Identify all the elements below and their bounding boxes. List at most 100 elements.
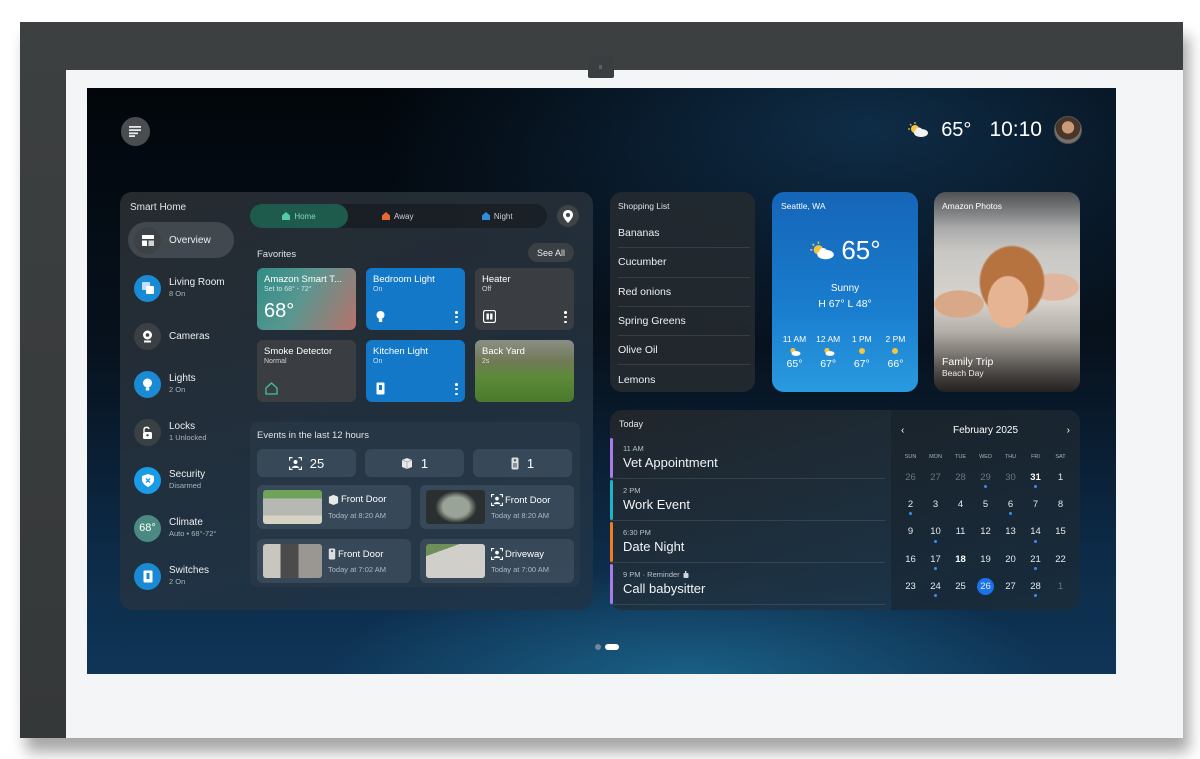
shopping-list-item[interactable]: Cucumber [618, 248, 750, 278]
agenda-event[interactable]: 2 PM Work Event [610, 479, 885, 521]
next-month-button[interactable]: › [1067, 425, 1070, 436]
tile-heater[interactable]: Heater Off [475, 268, 574, 330]
tile-thermostat[interactable]: Amazon Smart T... Set to 68° - 72° 68° [257, 268, 356, 330]
sidebar-item-climate[interactable]: 68° Climate Auto • 68°-72° [128, 504, 234, 552]
tile-back-yard-camera[interactable]: Back Yard 2s [475, 340, 574, 402]
calendar-day[interactable]: 28 [1023, 573, 1048, 600]
weekday-label: MON [929, 454, 942, 460]
calendar-day[interactable]: 1 [1048, 573, 1073, 600]
agenda-event[interactable]: 6:30 PM Date Night [610, 521, 885, 563]
shopping-list-widget[interactable]: Shopping List Bananas Cucumber Red onions S… [610, 192, 755, 392]
more-options-icon[interactable] [564, 311, 567, 323]
page-dot-active[interactable] [605, 644, 619, 650]
calendar-day[interactable]: 6 [998, 491, 1023, 518]
calendar-day[interactable]: 12 [973, 518, 998, 545]
calendar-day[interactable]: 29 [973, 464, 998, 491]
sidebar-item-living-room[interactable]: Living Room 8 On [128, 264, 234, 312]
event-item[interactable]: Front Door Today at 8:20 AM [257, 485, 411, 529]
tile-bedroom-light[interactable]: Bedroom Light On [366, 268, 465, 330]
calendar-day[interactable]: 18 [948, 546, 973, 573]
sidebar-item-security[interactable]: Security Disarmed [128, 456, 234, 504]
calendar-day-selected[interactable]: 26 [973, 573, 998, 600]
sidebar-item-lights[interactable]: Lights 2 On [128, 360, 234, 408]
calendar-day[interactable]: 10 [923, 518, 948, 545]
calendar-day[interactable]: 5 [973, 491, 998, 518]
see-all-button[interactable]: See All [528, 243, 574, 262]
forecast-temp: 65° [786, 358, 803, 370]
calendar-day[interactable]: 2 [898, 491, 923, 518]
agenda-event[interactable]: 9 PM · Reminder Call babysitter [610, 563, 885, 605]
event-name: Vet Appointment [623, 455, 718, 470]
shopping-list-item[interactable]: Bananas [618, 219, 750, 249]
avatar[interactable] [1054, 116, 1082, 144]
tile-smoke-detector[interactable]: Smoke Detector Normal [257, 340, 356, 402]
agenda-event[interactable]: 11 AM Vet Appointment [610, 437, 885, 479]
calendar-day[interactable]: 28 [948, 464, 973, 491]
home-outline-icon [265, 382, 278, 395]
calendar-day[interactable]: 20 [998, 546, 1023, 573]
shopping-list-item[interactable]: Red onions [618, 278, 750, 307]
calendar-day[interactable]: 3 [923, 491, 948, 518]
photos-widget[interactable]: Amazon Photos Family Trip Beach Day [934, 192, 1080, 392]
sidebar-item-switches[interactable]: Switches 2 On [128, 552, 234, 600]
doorbell-count-button[interactable]: 1 [473, 449, 572, 477]
calendar-day[interactable]: 17 [923, 546, 948, 573]
lightbulb-icon [376, 311, 385, 322]
calendar-day-number: 9 [907, 526, 914, 538]
mode-home-label: Home [294, 211, 316, 221]
shopping-list-item[interactable]: Lemons [618, 365, 750, 394]
calendar-day[interactable]: 13 [998, 518, 1023, 545]
mode-night[interactable]: Night [448, 204, 548, 228]
more-options-icon[interactable] [455, 311, 458, 323]
calendar-day[interactable]: 25 [948, 573, 973, 600]
calendar-day[interactable]: 8 [1048, 491, 1073, 518]
prev-month-button[interactable]: ‹ [901, 425, 904, 436]
calendar-day[interactable]: 14 [1023, 518, 1048, 545]
tile-name: Back Yard [482, 346, 525, 357]
page-dot[interactable] [595, 644, 601, 650]
tile-name: Bedroom Light [373, 274, 435, 285]
event-dot [1034, 566, 1037, 570]
calendar-day[interactable]: 27 [923, 464, 948, 491]
sidebar-item-overview[interactable]: Overview [128, 222, 234, 258]
calendar-day-number: 19 [980, 553, 991, 565]
calendar-day[interactable]: 16 [898, 546, 923, 573]
menu-button[interactable] [121, 117, 150, 146]
shield-icon [134, 466, 161, 494]
calendar-day[interactable]: 21 [1023, 546, 1048, 573]
weekday-label: SAT [1055, 454, 1066, 460]
calendar-day[interactable]: 31 [1023, 464, 1048, 491]
package-count-button[interactable]: 1 [365, 449, 464, 477]
mode-home[interactable]: Home [250, 204, 348, 228]
calendar-day[interactable]: 22 [1048, 546, 1073, 573]
person-count-button[interactable]: 25 [257, 449, 356, 477]
calendar-day[interactable]: 1 [1048, 464, 1073, 491]
shopping-list-item[interactable]: Spring Greens [618, 307, 750, 337]
calendar-day[interactable]: 15 [1048, 518, 1073, 545]
calendar-day[interactable]: 19 [973, 546, 998, 573]
calendar-day[interactable]: 9 [898, 518, 923, 545]
event-item[interactable]: Front Door Today at 8:20 AM [420, 485, 574, 529]
tile-kitchen-light[interactable]: Kitchen Light On [366, 340, 465, 402]
calendar-day[interactable]: 7 [1023, 491, 1048, 518]
event-item[interactable]: Front Door Today at 7:02 AM [257, 539, 411, 583]
calendar-day[interactable]: 27 [998, 573, 1023, 600]
calendar-day[interactable]: 26 [898, 464, 923, 491]
weather-widget[interactable]: Seattle, WA 65° Sunny H 67° L 48° 11 AM 6… [772, 192, 918, 392]
sidebar-item-cameras[interactable]: Cameras [128, 312, 234, 360]
calendar-day[interactable]: 4 [948, 491, 973, 518]
mode-away[interactable]: Away [348, 204, 448, 228]
calendar-day[interactable]: 24 [923, 573, 948, 600]
calendar-day[interactable]: 30 [998, 464, 1023, 491]
sidebar-item-locks[interactable]: Locks 1 Unlocked [128, 408, 234, 456]
calendar-day[interactable]: 11 [948, 518, 973, 545]
location-button[interactable] [557, 205, 579, 227]
weather-high-low: H 67° L 48° [818, 298, 872, 310]
event-name: Call babysitter [623, 581, 706, 596]
event-time-text: 9 PM · Reminder [623, 570, 680, 579]
event-item[interactable]: Driveway Today at 7:00 AM [420, 539, 574, 583]
calendar-day[interactable]: 23 [898, 573, 923, 600]
more-options-icon[interactable] [455, 383, 458, 395]
shopping-list-item[interactable]: Olive Oil [618, 336, 750, 366]
event-dot [909, 512, 912, 516]
